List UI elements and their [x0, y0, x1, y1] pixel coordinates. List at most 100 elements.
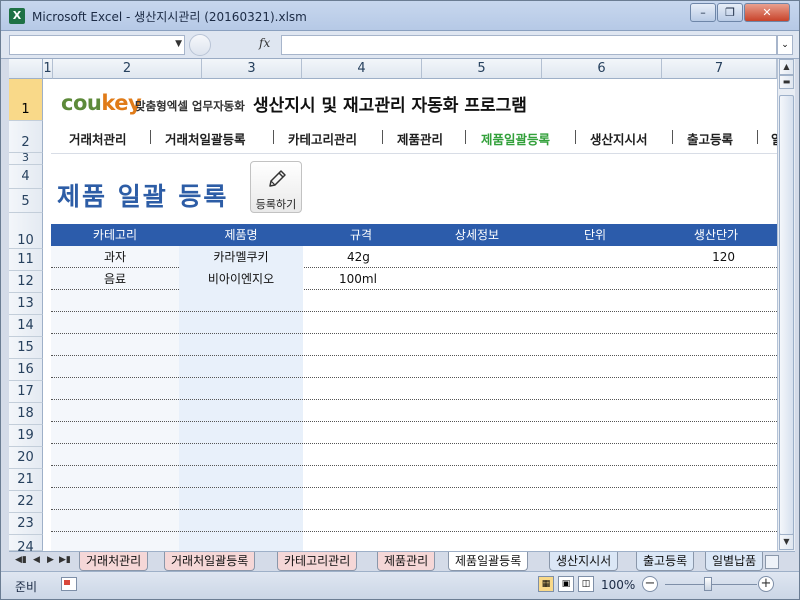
nav-item-production-order[interactable]: 생산지시서: [590, 129, 648, 148]
minimize-button[interactable]: –: [690, 3, 716, 22]
chevron-down-icon[interactable]: ▼: [175, 39, 182, 49]
zoom-slider-thumb[interactable]: [704, 577, 712, 591]
macro-record-icon[interactable]: [61, 577, 77, 591]
sheet-tab-product-bulk[interactable]: 제품일괄등록: [448, 552, 529, 571]
row-header[interactable]: 13: [9, 293, 43, 315]
nav-item-clients[interactable]: 거래처관리: [69, 129, 127, 148]
nav-separator: [672, 130, 673, 144]
page-break-view-button[interactable]: ◫: [578, 576, 594, 592]
row-header[interactable]: 21: [9, 469, 43, 491]
row-header[interactable]: 18: [9, 403, 43, 425]
first-sheet-icon[interactable]: ◀▮: [15, 555, 27, 565]
column-header[interactable]: 2: [53, 59, 202, 79]
table-row[interactable]: [51, 466, 777, 488]
close-button[interactable]: ✕: [744, 3, 790, 22]
cell-category[interactable]: 과자: [51, 246, 179, 268]
nav-separator: [273, 130, 274, 144]
nav-item-product-bulk[interactable]: 제품일괄등록: [481, 129, 550, 148]
row-header[interactable]: 5: [9, 189, 43, 213]
formula-expand-handle[interactable]: [189, 34, 211, 56]
page-title: 제품 일괄 등록: [57, 182, 229, 211]
sheet-tab-production-order[interactable]: 생산지시서: [549, 552, 619, 571]
row-header[interactable]: 23: [9, 513, 43, 535]
row-header[interactable]: 24: [9, 535, 43, 551]
cell-product-name[interactable]: 비아이엔지오: [179, 268, 303, 290]
vertical-scrollbar[interactable]: ▲ ▬ ▼: [777, 59, 795, 551]
formula-bar-expand-button[interactable]: ⌄: [777, 35, 793, 55]
row-header[interactable]: 14: [9, 315, 43, 337]
nav-item-shipping[interactable]: 출고등록: [687, 129, 733, 148]
row-header[interactable]: 17: [9, 381, 43, 403]
row-header[interactable]: 12: [9, 271, 43, 293]
column-header[interactable]: 6: [542, 59, 662, 79]
table-row[interactable]: [51, 510, 777, 532]
insert-function-icon[interactable]: fx: [259, 36, 270, 50]
select-all-corner[interactable]: [9, 59, 43, 79]
excel-icon[interactable]: X: [9, 8, 25, 24]
row-header[interactable]: 16: [9, 359, 43, 381]
row-header[interactable]: 4: [9, 165, 43, 189]
excel-window: X Microsoft Excel - 생산지시관리 (20160321).xl…: [0, 0, 800, 600]
cell-unit-cost[interactable]: 120: [655, 246, 777, 268]
sheet-tab-categories[interactable]: 카테고리관리: [277, 552, 358, 571]
cell-spec[interactable]: 100ml: [303, 268, 419, 290]
table-row[interactable]: [51, 290, 777, 312]
cell-unit[interactable]: [535, 246, 655, 268]
column-header[interactable]: 3: [202, 59, 302, 79]
table-row[interactable]: [51, 488, 777, 510]
table-row[interactable]: [51, 356, 777, 378]
table-row[interactable]: [51, 400, 777, 422]
page-layout-view-button[interactable]: ▣: [558, 576, 574, 592]
row-header[interactable]: 2: [9, 121, 43, 153]
zoom-level[interactable]: 100%: [601, 578, 635, 592]
tab-split-handle[interactable]: [765, 555, 779, 569]
sheet-tab-daily-delivery[interactable]: 일별납품: [705, 552, 763, 571]
formula-bar: ▼ fx ⌄: [1, 31, 799, 59]
zoom-out-button[interactable]: −: [642, 576, 658, 592]
name-box[interactable]: ▼: [9, 35, 185, 55]
column-header[interactable]: 5: [422, 59, 542, 79]
formula-input[interactable]: [281, 35, 777, 55]
split-box[interactable]: ▬: [779, 75, 794, 89]
cell-unit[interactable]: [535, 268, 655, 290]
nav-item-client-bulk[interactable]: 거래처일괄등록: [165, 129, 246, 148]
nav-item-products[interactable]: 제품관리: [397, 129, 443, 148]
row-header[interactable]: 3: [9, 152, 43, 165]
table-row[interactable]: [51, 312, 777, 334]
sheet-tab-products[interactable]: 제품관리: [377, 552, 436, 571]
cell-category[interactable]: 음료: [51, 268, 179, 290]
scroll-down-button[interactable]: ▼: [779, 534, 794, 550]
restore-button[interactable]: ❐: [717, 3, 743, 22]
column-header[interactable]: 4: [302, 59, 422, 79]
zoom-in-button[interactable]: +: [758, 576, 774, 592]
row-header[interactable]: 11: [9, 249, 43, 271]
sheet-tab-client-bulk[interactable]: 거래처일괄등록: [164, 552, 256, 571]
table-row[interactable]: [51, 444, 777, 466]
row-header[interactable]: 20: [9, 447, 43, 469]
normal-view-button[interactable]: ▦: [538, 576, 554, 592]
header-details: 상세정보: [454, 228, 500, 242]
next-sheet-icon[interactable]: ▶: [47, 555, 54, 565]
sheet-tab-shipping[interactable]: 출고등록: [636, 552, 695, 571]
row-header[interactable]: 15: [9, 337, 43, 359]
table-row[interactable]: [51, 334, 777, 356]
scroll-up-button[interactable]: ▲: [779, 59, 794, 75]
row-header[interactable]: 19: [9, 425, 43, 447]
table-row[interactable]: [51, 378, 777, 400]
row-header[interactable]: 1: [9, 79, 43, 121]
sheet-tab-clients[interactable]: 거래처관리: [79, 552, 149, 571]
cell-unit-cost[interactable]: [655, 268, 777, 290]
row-header[interactable]: 10: [9, 213, 43, 249]
row-header[interactable]: 22: [9, 491, 43, 513]
cell-spec[interactable]: 42g: [303, 246, 419, 268]
column-header[interactable]: 7: [662, 59, 777, 79]
nav-item-categories[interactable]: 카테고리관리: [288, 129, 357, 148]
scroll-thumb[interactable]: [779, 95, 794, 535]
cell-product-name[interactable]: 카라멜쿠키: [179, 246, 303, 268]
prev-sheet-icon[interactable]: ◀: [33, 555, 40, 565]
column-header[interactable]: 1: [43, 59, 53, 79]
status-ready-text: 준비: [15, 580, 38, 594]
register-button[interactable]: 등록하기: [250, 161, 302, 213]
last-sheet-icon[interactable]: ▶▮: [59, 555, 71, 565]
table-row[interactable]: [51, 422, 777, 444]
